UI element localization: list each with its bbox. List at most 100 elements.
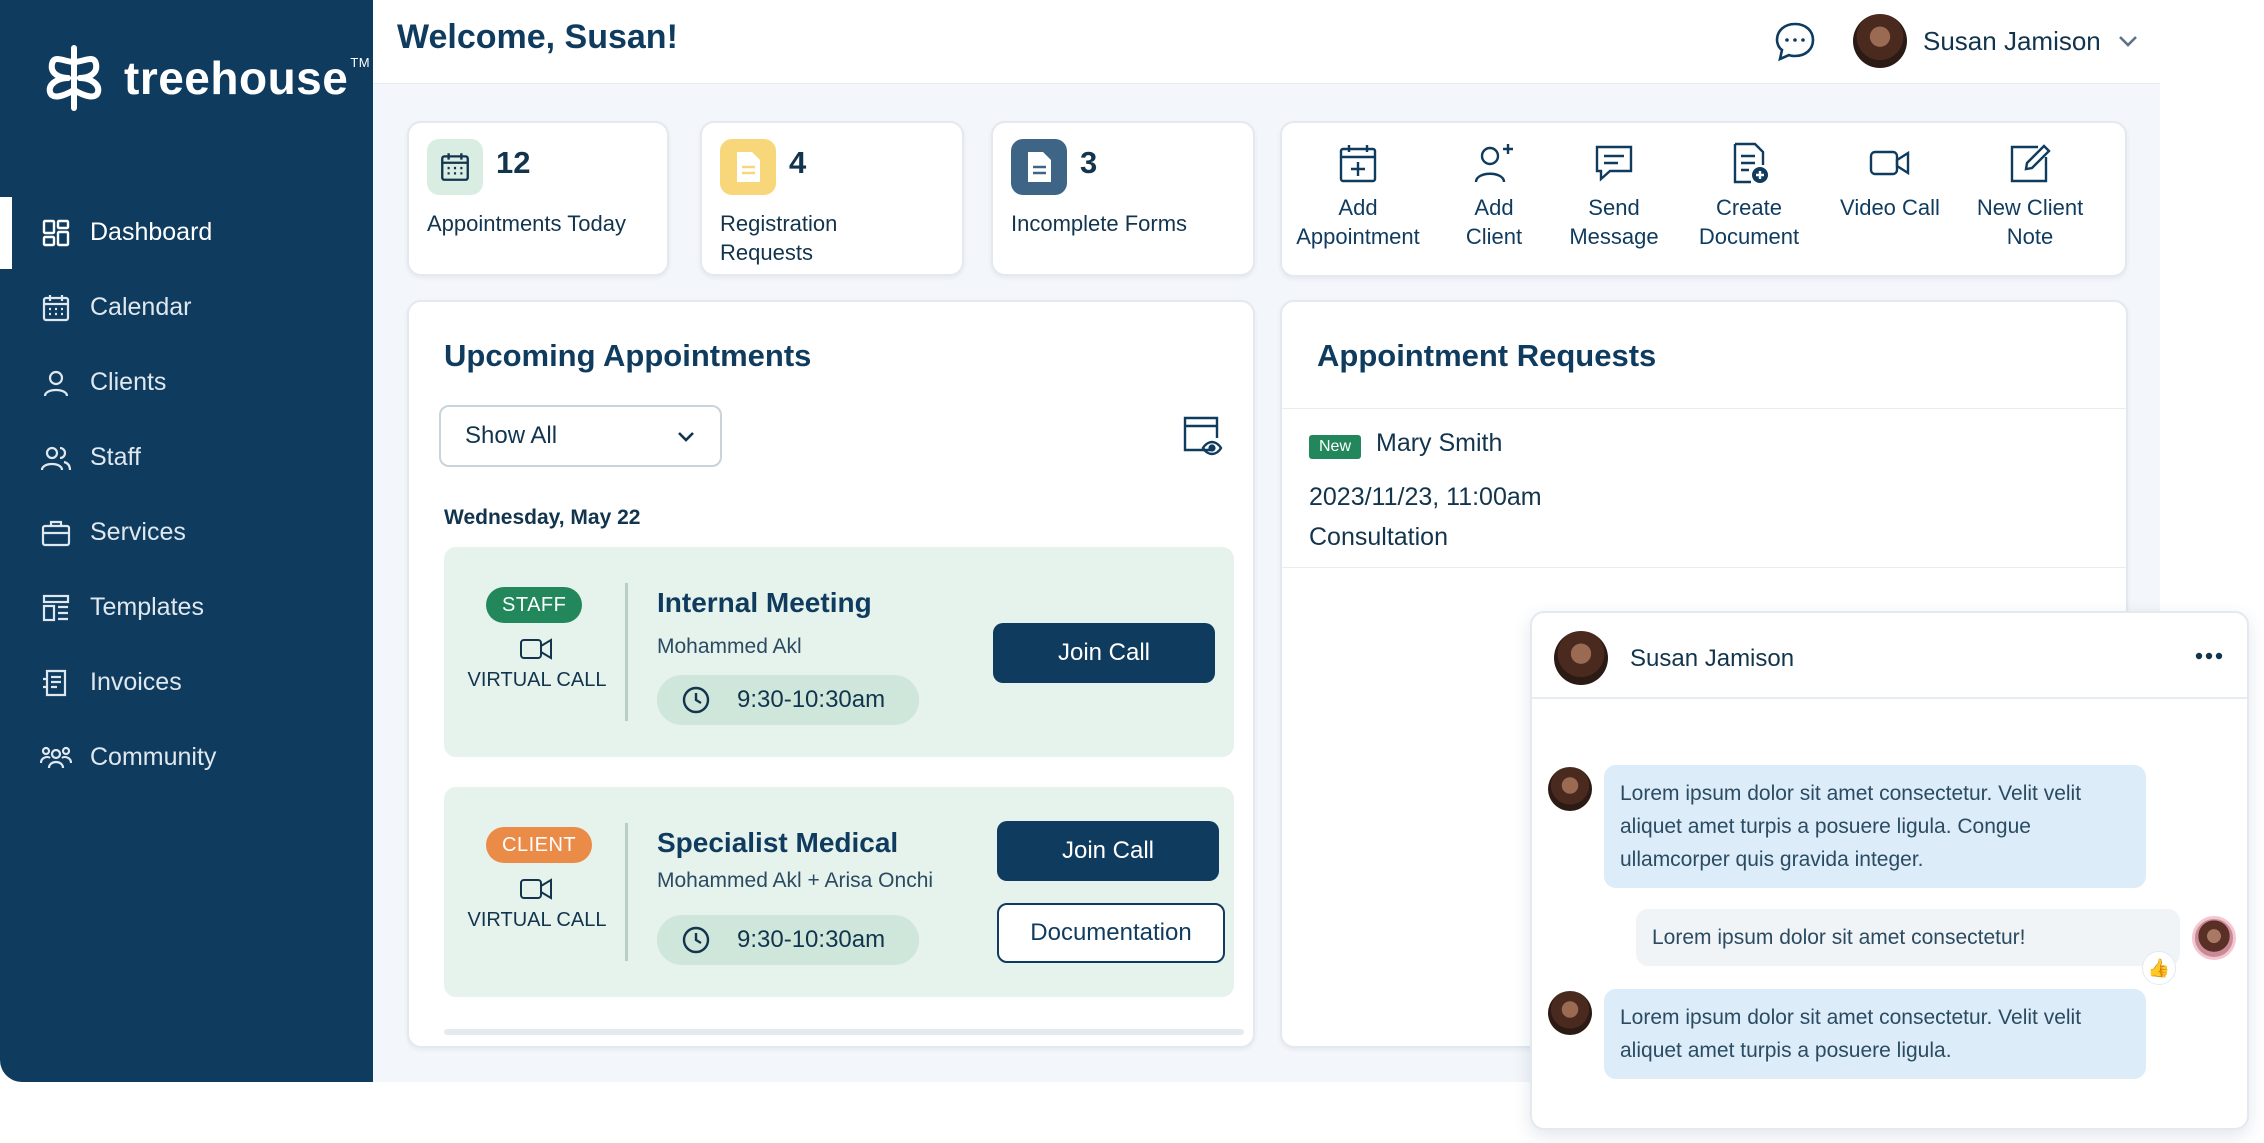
logo[interactable]: treehouse TM xyxy=(38,42,371,114)
appointment-mode: VIRTUAL CALL xyxy=(467,909,607,931)
stat-count: 3 xyxy=(1080,145,1098,180)
document-icon xyxy=(737,152,760,182)
chat-bubble-icon[interactable] xyxy=(1772,19,1818,65)
sidebar-item-invoices[interactable]: Invoices xyxy=(0,645,373,720)
clock-icon xyxy=(682,926,710,954)
trademark: TM xyxy=(350,55,371,70)
sidebar-item-staff[interactable]: Staff xyxy=(0,420,373,495)
add-appointment-button[interactable]: Add Appointment xyxy=(1282,123,1434,275)
sidebar-item-label: Invoices xyxy=(90,668,182,696)
thumbs-up-reaction-icon[interactable]: 👍 xyxy=(2142,951,2176,985)
join-call-button[interactable]: Join Call xyxy=(993,623,1215,683)
stat-card-incomplete[interactable]: 3 Incomplete Forms xyxy=(991,121,1255,276)
section-title: Upcoming Appointments xyxy=(444,338,812,373)
user-menu[interactable]: Susan Jamison xyxy=(1853,12,2139,70)
divider xyxy=(625,823,628,961)
request-item[interactable]: New Mary Smith 2023/11/23, 11:00am Consu… xyxy=(1282,408,2126,568)
video-camera-icon xyxy=(520,878,552,900)
calendar-plus-icon xyxy=(1339,145,1377,183)
brand-name: treehouse xyxy=(124,52,349,104)
stat-label: Registration Requests xyxy=(720,211,838,265)
request-datetime: 2023/11/23, 11:00am xyxy=(1309,483,1542,511)
stat-badge xyxy=(427,139,483,195)
time-text: 9:30-10:30am xyxy=(737,926,886,953)
calendar-icon xyxy=(441,153,469,181)
people-icon xyxy=(40,446,72,470)
section-title: Appointment Requests xyxy=(1317,338,1657,373)
stat-card-registration[interactable]: 4 Registration Requests xyxy=(700,121,964,276)
sidebar-item-community[interactable]: Community xyxy=(0,720,373,795)
stat-badge xyxy=(720,139,776,195)
avatar xyxy=(1548,767,1592,811)
stat-badge xyxy=(1011,139,1067,195)
chevron-down-icon xyxy=(678,432,694,442)
sidebar: treehouse TM Dashboard Calendar Clients S… xyxy=(0,0,373,1082)
create-document-button[interactable]: Create Document xyxy=(1674,123,1824,275)
time-text: 9:30-10:30am xyxy=(737,686,886,713)
filter-value: Show All xyxy=(465,422,558,449)
appointment-type-badge: CLIENT xyxy=(486,827,593,863)
next-appointment-peek xyxy=(444,1029,1244,1035)
stat-label: Appointments Today xyxy=(427,211,626,236)
send-message-button[interactable]: Send Message xyxy=(1554,123,1674,275)
appointment-type-badge: STAFF xyxy=(486,587,583,623)
day-label: Wednesday, May 22 xyxy=(444,506,641,529)
sidebar-item-label: Templates xyxy=(90,593,204,621)
document-plus-icon xyxy=(1733,142,1768,184)
appointment-mode: VIRTUAL CALL xyxy=(467,669,607,691)
chat-header: Susan Jamison xyxy=(1532,613,2247,699)
calendar-icon xyxy=(42,294,70,321)
person-plus-icon xyxy=(1474,144,1513,183)
stat-count: 4 xyxy=(789,145,807,180)
sidebar-item-clients[interactable]: Clients xyxy=(0,345,373,420)
message-bubble: Lorem ipsum dolor sit amet consectetur. … xyxy=(1604,765,2146,888)
stat-card-appointments[interactable]: 12 Appointments Today xyxy=(407,121,669,276)
appointment-time: 9:30-10:30am xyxy=(657,915,920,965)
chat-contact-name: Susan Jamison xyxy=(1630,645,1795,672)
invoice-icon xyxy=(43,669,67,696)
filter-select[interactable]: Show All xyxy=(439,405,722,467)
sidebar-item-services[interactable]: Services xyxy=(0,495,373,570)
more-options-icon[interactable] xyxy=(2192,643,2226,669)
avatar xyxy=(2192,916,2236,960)
sidebar-item-label: Services xyxy=(90,518,186,546)
add-client-button[interactable]: Add Client xyxy=(1434,123,1554,275)
sidebar-item-label: Calendar xyxy=(90,293,192,321)
chat-window: Susan Jamison Lorem ipsum dolor sit amet… xyxy=(1530,611,2249,1130)
message-icon xyxy=(1595,145,1633,182)
stat-count: 12 xyxy=(496,145,531,180)
join-call-button[interactable]: Join Call xyxy=(997,821,1219,881)
appointment-card[interactable]: STAFF VIRTUAL CALL Internal Meeting Moha… xyxy=(444,547,1234,757)
sidebar-item-dashboard[interactable]: Dashboard xyxy=(0,195,373,270)
chevron-down-icon xyxy=(2118,36,2137,47)
stat-label: Incomplete Forms xyxy=(1011,211,1188,236)
sidebar-item-label: Staff xyxy=(90,443,141,471)
appointment-title: Specialist Medical xyxy=(657,827,899,858)
video-call-button[interactable]: Video Call xyxy=(1824,123,1956,275)
sidebar-item-calendar[interactable]: Calendar xyxy=(0,270,373,345)
quick-actions: Add Appointment Add Client Send Message … xyxy=(1280,121,2127,277)
sidebar-item-label: Dashboard xyxy=(90,218,213,246)
appointment-title: Internal Meeting xyxy=(657,587,872,618)
calendar-view-icon[interactable] xyxy=(1179,412,1225,458)
video-icon xyxy=(1869,150,1910,176)
request-type: Consultation xyxy=(1309,523,1448,551)
page-title: Welcome, Susan! xyxy=(397,18,678,56)
documentation-button[interactable]: Documentation xyxy=(997,903,1225,963)
treehouse-logo-icon xyxy=(46,45,102,111)
message-bubble: Lorem ipsum dolor sit amet consectetur. … xyxy=(1604,989,2146,1079)
appointment-people: Mohammed Akl + Arisa Onchi xyxy=(657,869,934,892)
avatar xyxy=(1853,14,1907,68)
sidebar-item-templates[interactable]: Templates xyxy=(0,570,373,645)
top-bar: Welcome, Susan! Susan Jamison xyxy=(373,0,2160,84)
person-icon xyxy=(43,370,69,396)
user-name: Susan Jamison xyxy=(1923,25,2101,56)
divider xyxy=(625,583,628,721)
new-client-note-button[interactable]: New Client Note xyxy=(1956,123,2104,275)
template-icon xyxy=(42,594,70,621)
appointment-people: Mohammed Akl xyxy=(657,635,802,658)
appointment-card[interactable]: CLIENT VIRTUAL CALL Specialist Medical M… xyxy=(444,787,1234,997)
avatar xyxy=(1548,991,1592,1035)
document-icon xyxy=(1028,152,1051,182)
sidebar-item-label: Clients xyxy=(90,368,167,396)
